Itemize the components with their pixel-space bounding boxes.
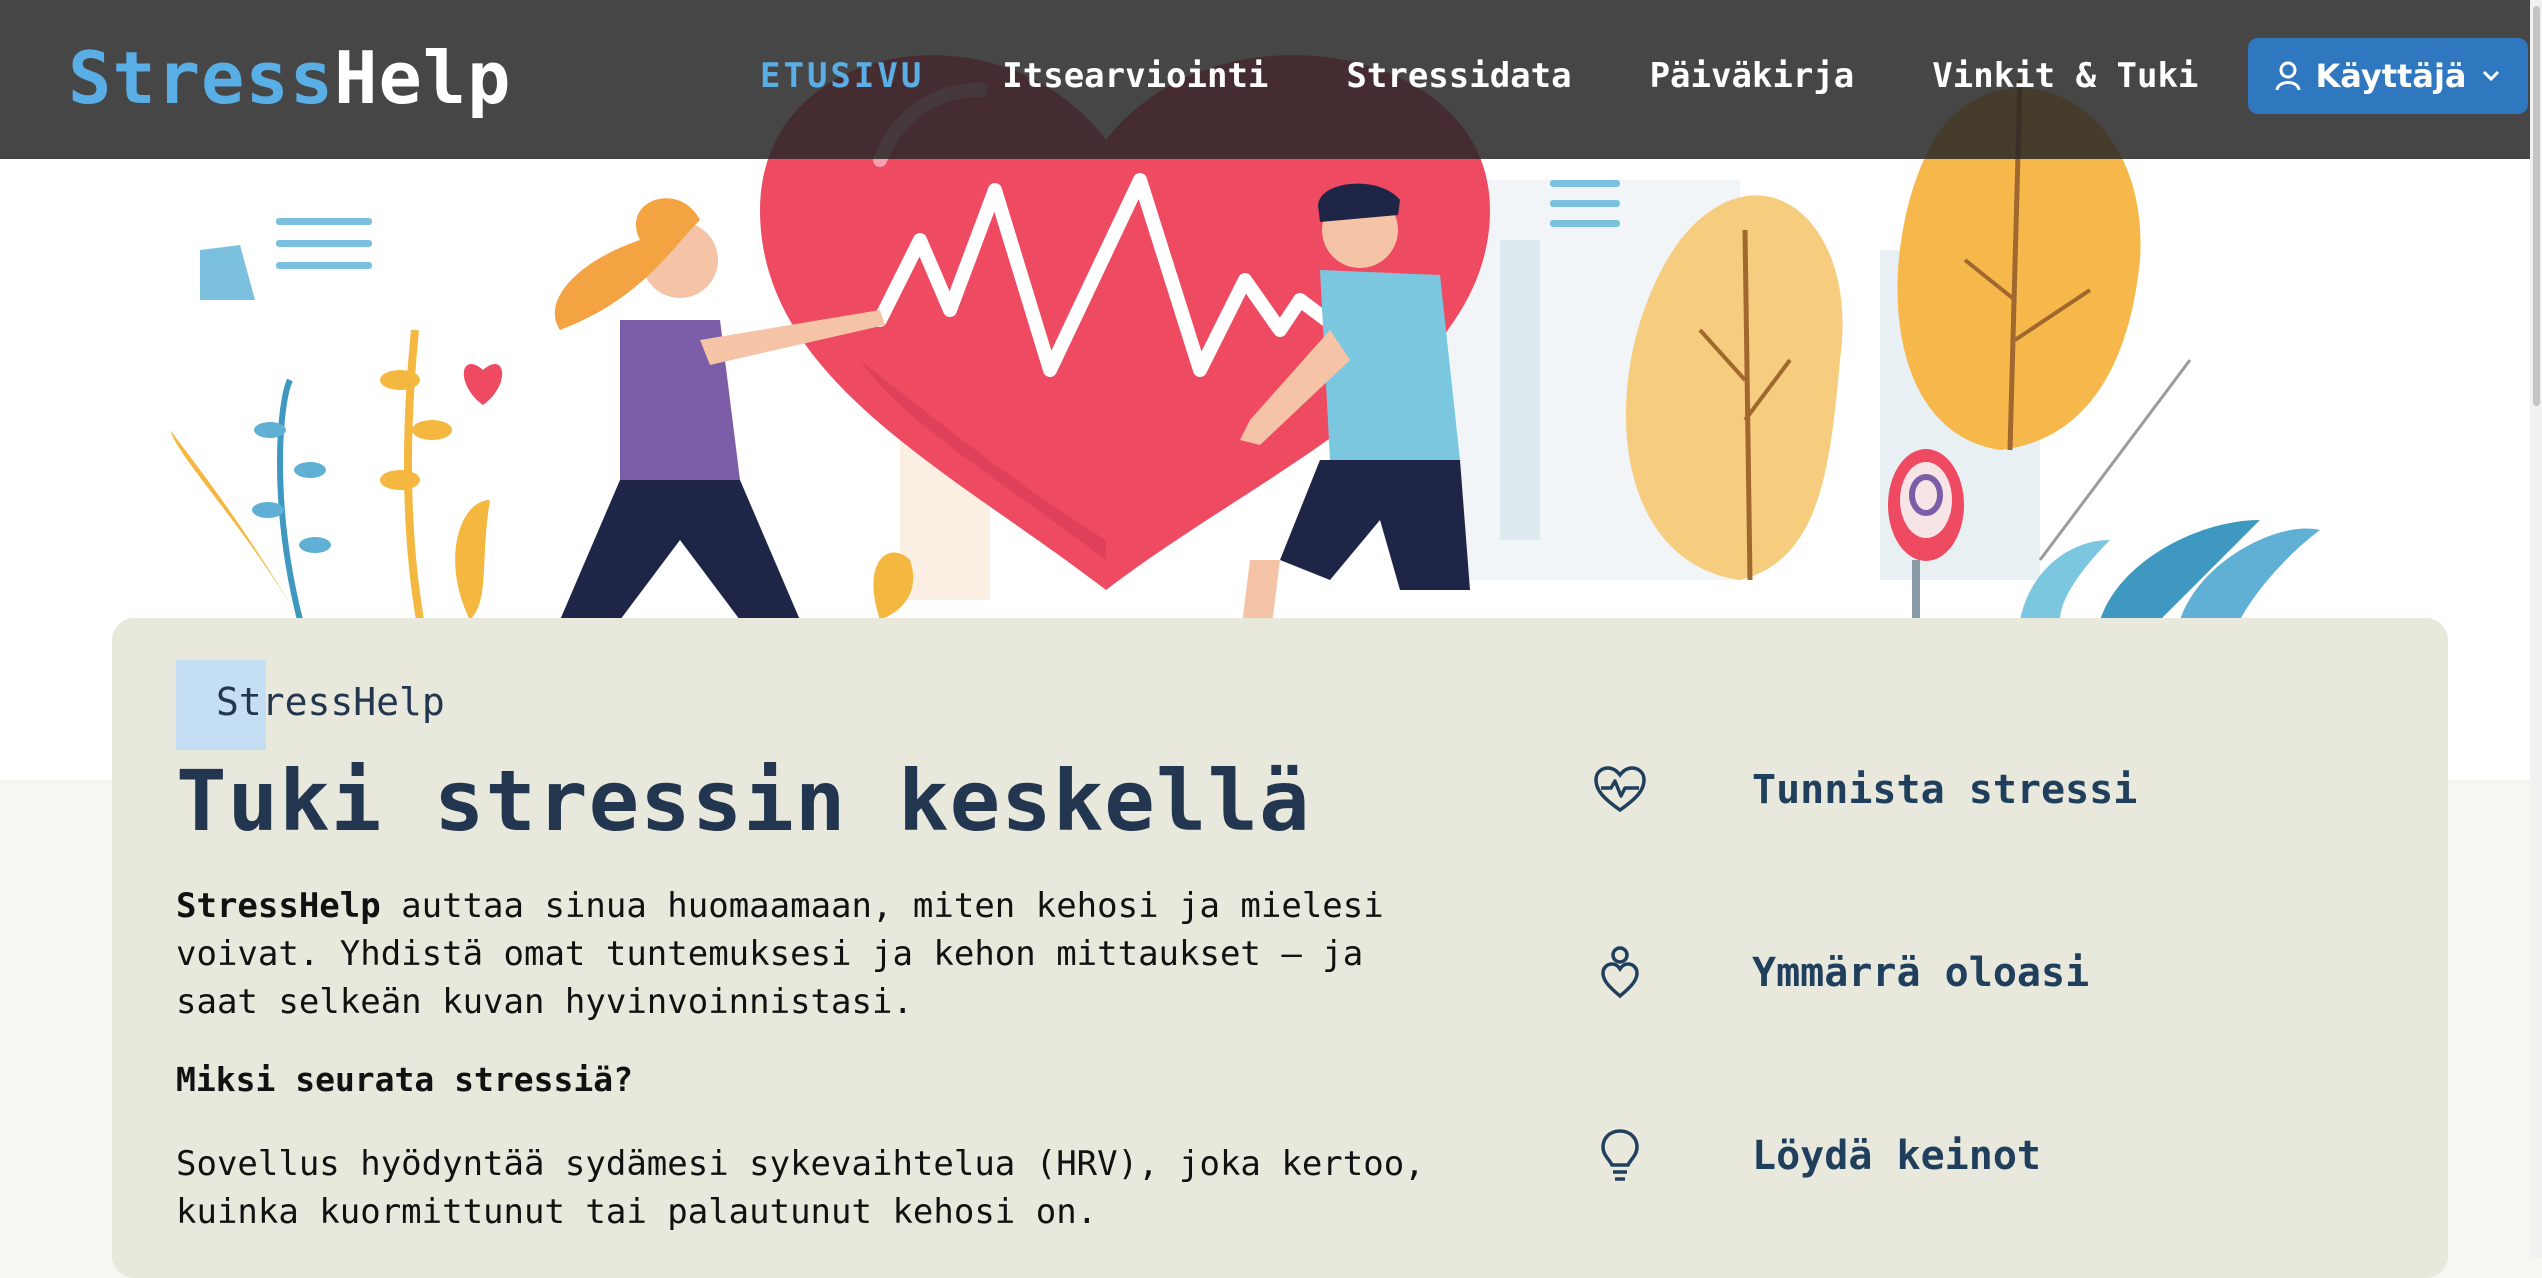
user-menu-button[interactable]: Käyttäjä xyxy=(2248,38,2528,114)
nav-item-vinkit-tuki[interactable]: Vinkit & Tuki xyxy=(1932,56,2198,96)
page-title: Tuki stressin keskellä xyxy=(176,752,1311,850)
hrv-paragraph: Sovellus hyödyntää sydämesi sykevaihtelu… xyxy=(176,1144,1425,1232)
user-menu-label: Käyttäjä xyxy=(2315,57,2467,95)
brand-part-1: Stress xyxy=(68,36,335,120)
nav-item-etusivu[interactable]: ETUSIVU xyxy=(760,56,924,96)
lead-paragraph: StressHelp auttaa sinua huomaamaan, mite… xyxy=(176,882,1436,1026)
page-scrollbar-thumb[interactable] xyxy=(2533,6,2540,406)
brand-logo[interactable]: StressHelp xyxy=(68,36,511,120)
brand-part-2: Help xyxy=(334,36,512,120)
nav-item-itsearviointi[interactable]: Itsearviointi xyxy=(1002,56,1268,96)
chevron-down-icon xyxy=(2481,69,2501,83)
feature-label: Löydä keinot xyxy=(1752,1133,2041,1179)
nav-item-paivakirja[interactable]: Päiväkirja xyxy=(1650,56,1855,96)
user-icon xyxy=(2275,61,2301,91)
nav-item-stressidata[interactable]: Stressidata xyxy=(1346,56,1571,96)
nav-links: ETUSIVU Itsearviointi Stressidata Päiväk… xyxy=(760,56,2276,96)
feature-label: Ymmärrä oloasi xyxy=(1752,950,2090,996)
eyebrow-label: StressHelp xyxy=(216,680,445,724)
feature-loyda-keinot: Löydä keinot xyxy=(1592,1128,2041,1184)
feature-ymmarra-oloasi: Ymmärrä oloasi xyxy=(1592,945,2089,1001)
heart-pulse-icon xyxy=(1592,762,1648,818)
lead-brand: StressHelp xyxy=(176,886,381,926)
feature-tunnista-stressi: Tunnista stressi xyxy=(1592,762,2137,818)
lightbulb-icon xyxy=(1592,1128,1648,1184)
heart-person-icon xyxy=(1592,945,1648,1001)
feature-label: Tunnista stressi xyxy=(1752,767,2138,813)
top-navbar: StressHelp ETUSIVU Itsearviointi Stressi… xyxy=(0,0,2530,159)
section-subheading: Miksi seurata stressiä? xyxy=(176,1060,633,1099)
